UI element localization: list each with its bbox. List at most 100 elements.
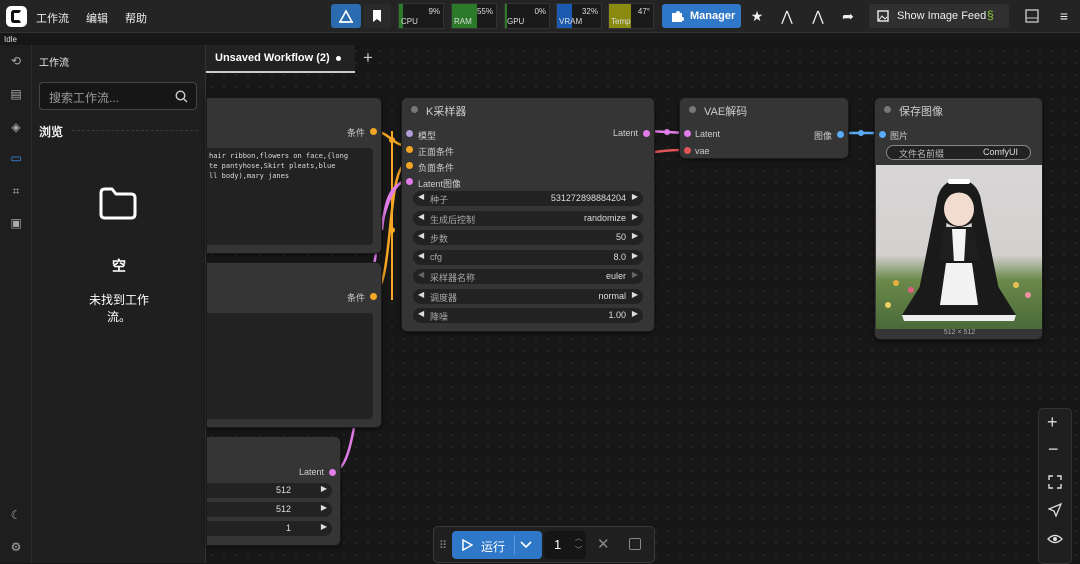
generated-image[interactable] [876, 165, 1042, 329]
drag-handle-icon[interactable]: ⠿ [439, 539, 447, 552]
empty-latent-node[interactable]: Latent 512 ▶ 512 ▶ 1 ▶ [206, 436, 341, 546]
stat-value: 55% [476, 7, 493, 16]
widget-value: 8.0 [613, 251, 626, 262]
widget-6[interactable]: ◀ 降噪 1.00 ▶ [413, 308, 643, 323]
arrow-left-icon[interactable]: ◀ [418, 212, 424, 221]
vae-decode-node[interactable]: VAE解码 Latent vae 图像 [679, 97, 849, 159]
widget-5[interactable]: ◀ 调度器 normal ▶ [413, 288, 643, 304]
zoom-in-icon[interactable]: + [1047, 412, 1058, 433]
arrow-right-icon[interactable]: ▶ [632, 270, 638, 279]
output-slot[interactable] [370, 128, 377, 135]
stat-value: 32% [581, 7, 598, 16]
input-slot[interactable] [406, 146, 413, 153]
input-slot-label: 负面条件 [418, 163, 455, 173]
arrow-right-icon[interactable]: ▶ [632, 309, 638, 318]
widget-value: normal [598, 290, 626, 301]
zoom-out-icon[interactable]: − [1048, 439, 1059, 460]
widget-name: 调度器 [430, 292, 458, 303]
widget-1[interactable]: ◀ 生成后控制 randomize ▶ [413, 210, 643, 226]
arrow-left-icon[interactable]: ◀ [418, 192, 424, 201]
batch-count-input[interactable]: 1 ︿ ﹀ [544, 531, 586, 559]
widget-4[interactable]: ◀ 采样器名称 euler ▶ [413, 269, 643, 284]
input-slot[interactable] [684, 130, 691, 137]
arrow-left-icon[interactable]: ◀ [418, 251, 424, 260]
arrow-right-icon[interactable]: ▶ [321, 522, 327, 531]
input-slot[interactable] [406, 130, 413, 137]
output-slot[interactable] [329, 469, 336, 476]
node-status-dot [689, 106, 696, 113]
input-slot-label: 模型 [418, 131, 437, 141]
eye-icon[interactable] [1047, 533, 1063, 545]
node-status-dot [411, 106, 418, 113]
arrow-right-icon[interactable]: ▶ [632, 231, 638, 240]
widget-name: cfg [430, 251, 443, 262]
widget-name: 采样器名称 [430, 273, 476, 283]
run-button[interactable]: 运行 [452, 531, 542, 559]
input-slot[interactable] [406, 178, 413, 185]
output-slot[interactable] [370, 293, 377, 300]
tab-unsaved-workflow[interactable]: Unsaved Workflow (2) [206, 45, 355, 73]
height-widget[interactable]: 512 ▶ [207, 502, 332, 517]
input-slot[interactable] [684, 147, 691, 154]
filename-prefix-widget[interactable]: 文件名前缀 ComfyUI [886, 145, 1031, 160]
input-slot-label: Latent图像 [418, 179, 462, 189]
stat-value: 47° [637, 7, 650, 16]
workflow-tabs: Unsaved Workflow (2) + [206, 45, 386, 73]
stop-icon[interactable] [629, 538, 641, 550]
widget-name: 种子 [430, 195, 449, 205]
save-image-node[interactable]: 保存图像 图片 文件名前缀 ComfyUI 512 × 512 [874, 97, 1043, 340]
prompt-textarea[interactable]: hair ribbon,flowers on face,{long te pan… [207, 148, 373, 245]
arrow-right-icon[interactable]: ▶ [632, 212, 638, 221]
stat-label: Temp [611, 17, 631, 26]
maid-illustration-icon [885, 179, 1031, 321]
widget-value: 50 [615, 232, 626, 242]
widget-value: euler [605, 271, 626, 281]
width-widget[interactable]: 512 ▶ [207, 483, 332, 498]
decrement-icon[interactable]: ﹀ [575, 545, 582, 555]
input-slot[interactable] [879, 131, 886, 138]
positive-prompt-node[interactable]: 条件 hair ribbon,flowers on face,{long te … [206, 97, 382, 254]
arrow-right-icon[interactable]: ▶ [632, 251, 638, 260]
image-size-caption: 512 × 512 [943, 329, 976, 336]
run-toolbar: ⠿ 运行 1 ︿ ﹀ ✕ [433, 526, 655, 563]
widget-3[interactable]: ◀ cfg 8.0 ▶ [413, 249, 643, 265]
arrow-left-icon[interactable]: ◀ [418, 270, 424, 279]
arrow-left-icon[interactable]: ◀ [418, 309, 424, 318]
arrow-right-icon[interactable]: ▶ [632, 290, 638, 299]
arrow-left-icon[interactable]: ◀ [418, 231, 424, 240]
stat-label: RAM [454, 17, 472, 26]
widget-name: 生成后控制 [430, 214, 476, 225]
chevron-down-icon[interactable] [520, 541, 532, 549]
batch-widget[interactable]: 1 ▶ [207, 521, 332, 536]
arrow-right-icon[interactable]: ▶ [321, 503, 327, 512]
add-tab-icon[interactable]: + [363, 48, 373, 68]
widget-name: 降噪 [430, 312, 449, 322]
widget-2[interactable]: ◀ 步数 50 ▶ [413, 230, 643, 245]
canvas-controls: + − [1038, 408, 1072, 564]
widget-0[interactable]: ◀ 种子 531272898884204 ▶ [413, 191, 643, 206]
output-slot[interactable] [837, 131, 844, 138]
input-slot[interactable] [406, 162, 413, 169]
stat-value: 0% [534, 7, 546, 16]
arrow-right-icon[interactable]: ▶ [321, 484, 327, 493]
stat-label: VRAM [559, 17, 583, 26]
output-slot[interactable] [643, 130, 650, 137]
navigate-icon[interactable] [1048, 503, 1062, 517]
fit-view-icon[interactable] [1048, 475, 1062, 489]
unsaved-dot-icon [336, 56, 341, 61]
stat-value: 9% [428, 7, 440, 16]
cancel-icon[interactable]: ✕ [597, 535, 610, 553]
widget-name: 步数 [430, 234, 449, 244]
widget-value: 531272898884204 [550, 193, 626, 203]
widget-value: 1.00 [608, 310, 626, 320]
stat-label: CPU [401, 17, 418, 26]
prompt-textarea[interactable] [207, 313, 373, 419]
arrow-left-icon[interactable]: ◀ [418, 290, 424, 299]
negative-prompt-node[interactable]: 条件 [206, 262, 382, 428]
widget-value: randomize [583, 212, 626, 223]
arrow-right-icon[interactable]: ▶ [632, 192, 638, 201]
ksampler-node[interactable]: K采样器 模型 正面条件 负面条件 Latent图像 Latent ◀ 种子 531272… [401, 97, 655, 332]
play-icon [462, 539, 473, 551]
increment-icon[interactable]: ︿ [575, 533, 582, 543]
node-status-dot [884, 106, 891, 113]
